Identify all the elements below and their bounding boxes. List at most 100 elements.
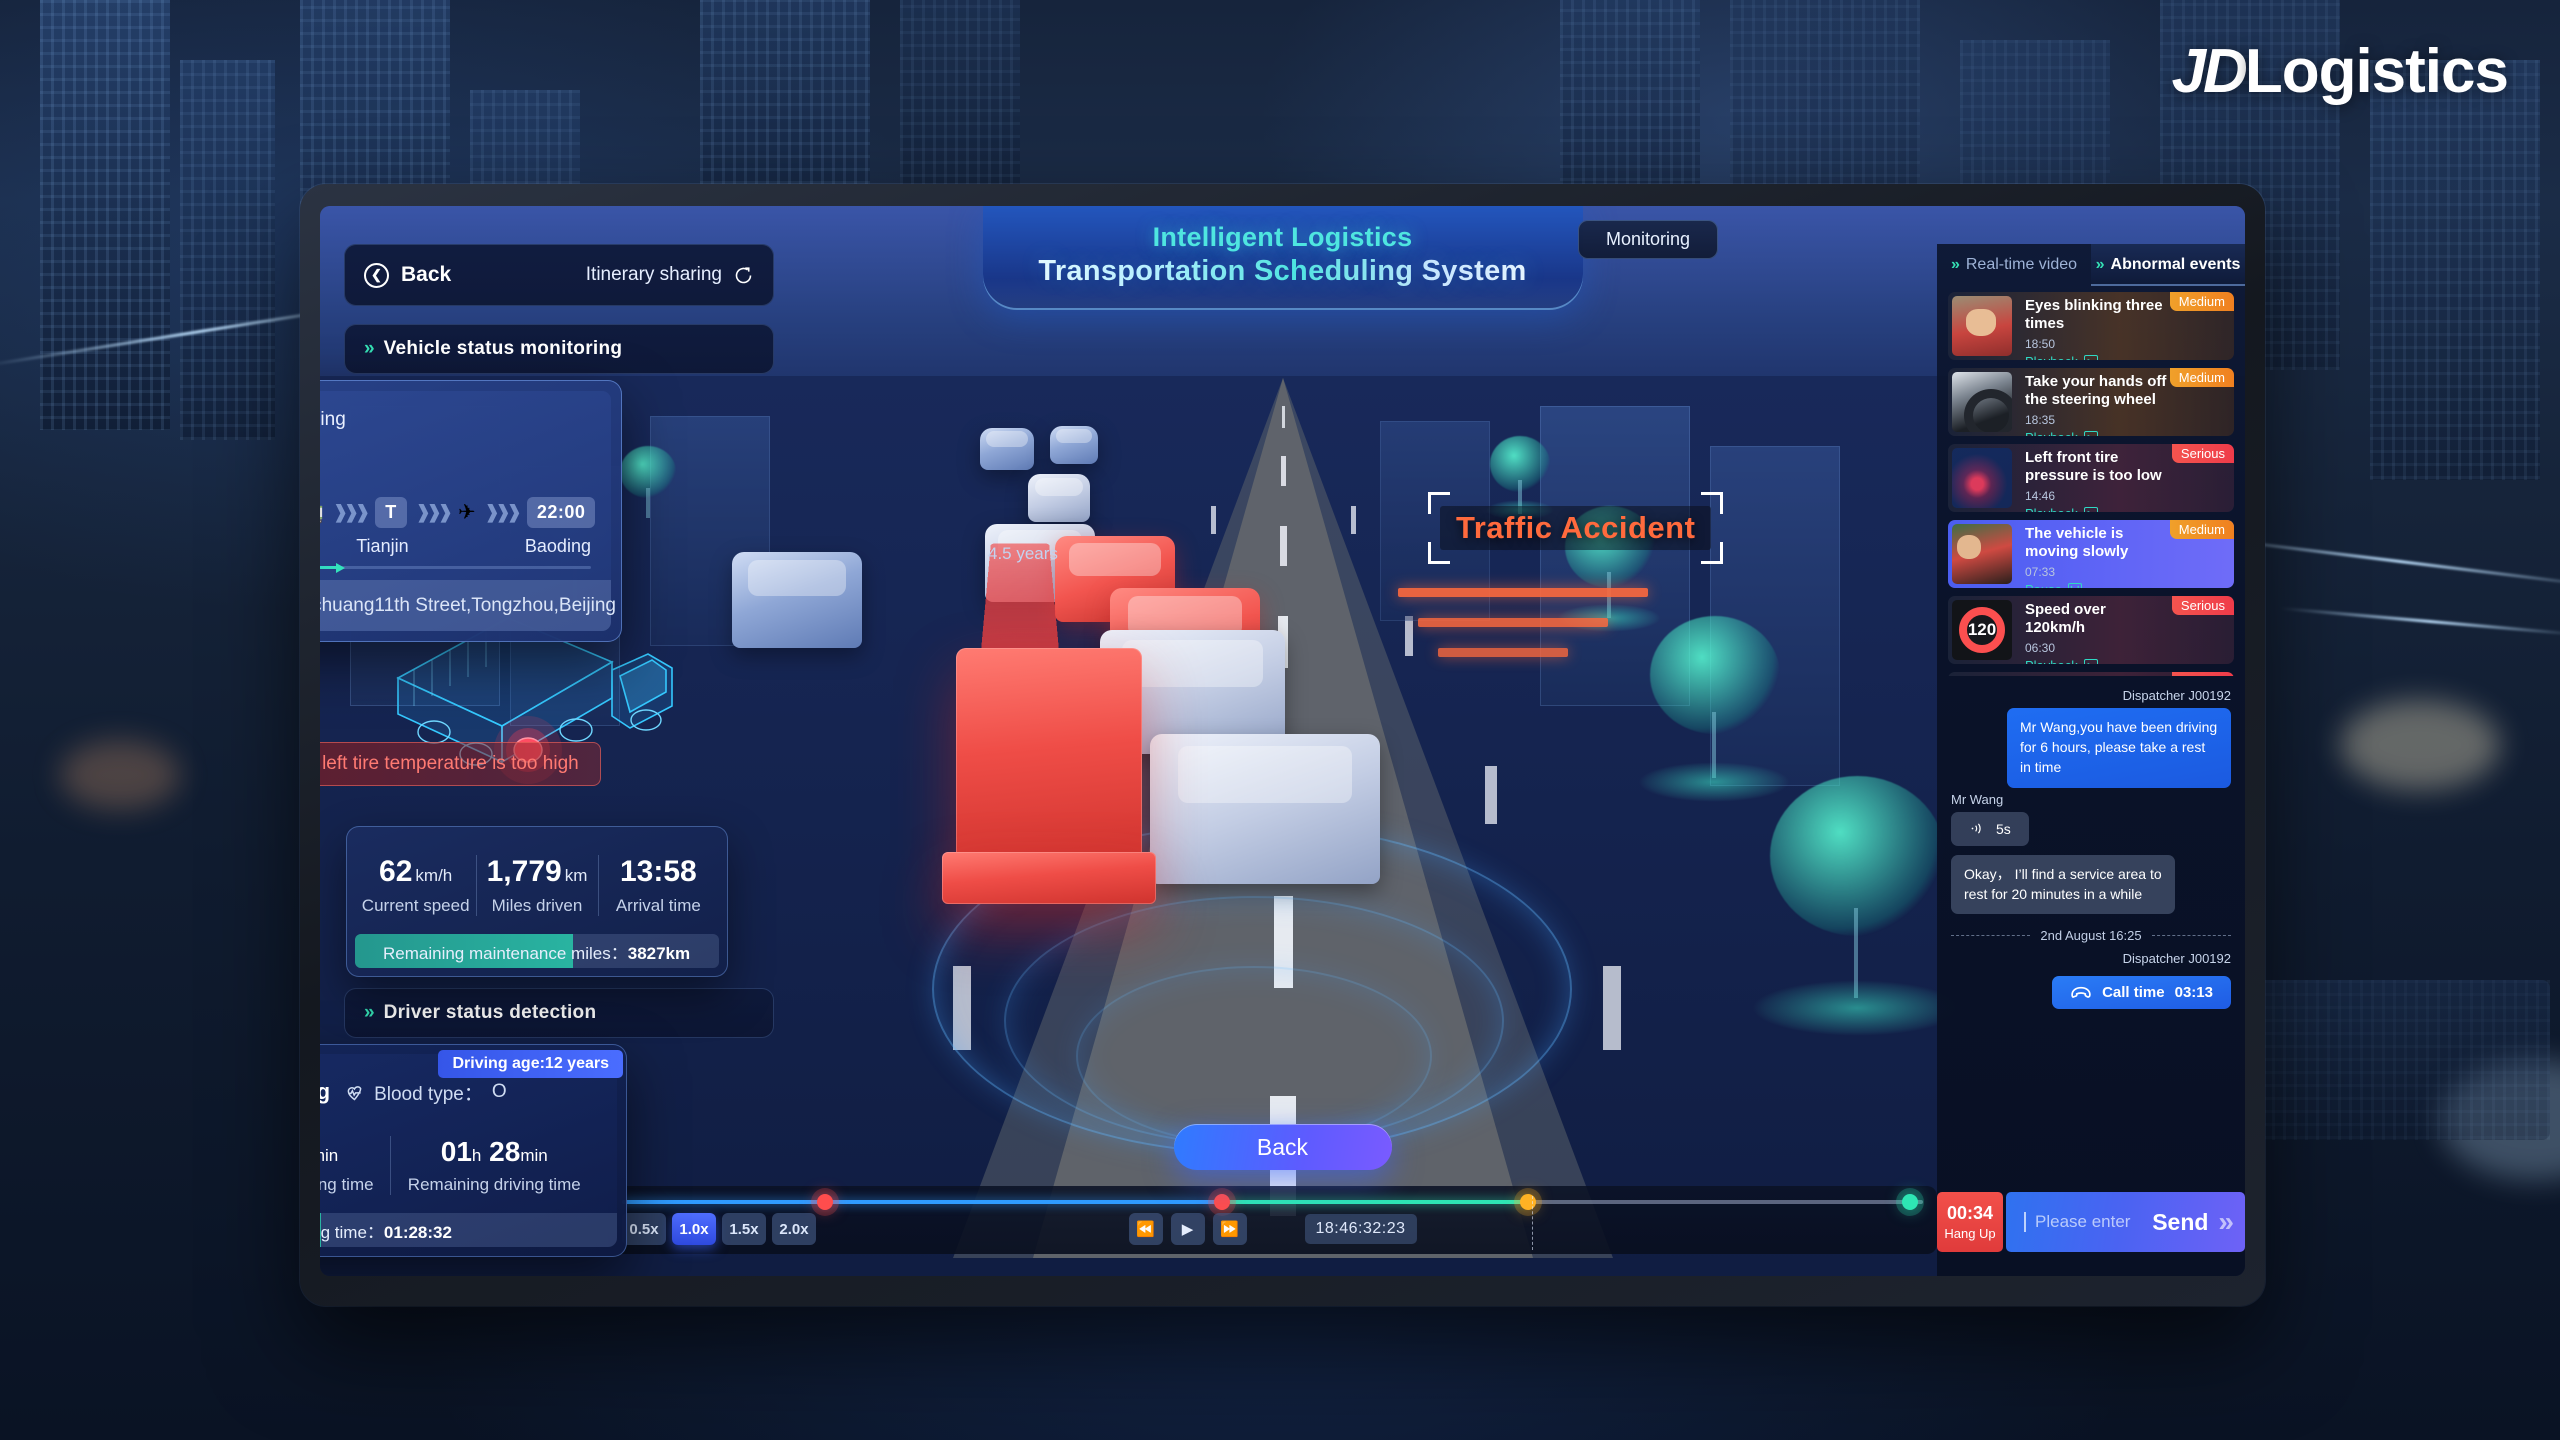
timeline-event-marker[interactable] bbox=[817, 1194, 834, 1210]
event-row[interactable]: The vehicle is moving slowly07:33Pause❙❙… bbox=[1948, 520, 2234, 588]
building bbox=[180, 60, 275, 440]
stop-name: Baoding bbox=[524, 536, 591, 556]
severity-badge: Medium bbox=[2169, 292, 2234, 311]
event-playback-button[interactable]: Playback ▶ bbox=[2025, 354, 2228, 360]
tree bbox=[1752, 776, 1962, 1036]
trip-legs: 06:05 ❱❱❱ 🚛 ❱❱❱ T ❱❱❱ ✈ ❱❱❱ 22:00 bbox=[320, 497, 596, 528]
voice-message[interactable]: 5s bbox=[1951, 811, 2029, 846]
fast-forward-button[interactable]: ⏩ bbox=[1212, 1213, 1247, 1245]
app-screen: Traffic Accident Intelligent Logistics T… bbox=[320, 206, 2245, 1276]
light-streak bbox=[2280, 606, 2560, 637]
chevron-double-right-icon: » bbox=[364, 338, 374, 359]
vehicle bbox=[732, 552, 862, 648]
driving-age-badge: Driving age:12 years bbox=[438, 1050, 623, 1078]
vehicle bbox=[1028, 474, 1090, 522]
speed-option-1.5x[interactable]: 1.5x bbox=[722, 1213, 766, 1245]
minutes-unit: min bbox=[320, 1146, 339, 1165]
speed-option-2.0x[interactable]: 2.0x bbox=[772, 1213, 816, 1245]
severity-badge: Serious bbox=[2171, 596, 2234, 615]
lane-dash bbox=[1350, 506, 1356, 534]
tab-abnormal-events[interactable]: » Abnormal events bbox=[2091, 244, 2245, 286]
transfer-stop-code: T bbox=[375, 497, 407, 528]
app-title-line2: Transportation Scheduling System bbox=[983, 255, 1583, 288]
message-input[interactable]: Please enter bbox=[2024, 1212, 2152, 1232]
hang-up-button[interactable]: 00:34 Hang Up bbox=[1937, 1192, 2003, 1252]
back-button[interactable]: ❮ Back bbox=[364, 262, 451, 288]
severity-badge: Medium bbox=[2169, 368, 2234, 387]
timeline-event-marker[interactable] bbox=[1213, 1194, 1230, 1210]
event-row[interactable]: Left front tire pressure is too low 14:46… bbox=[1948, 444, 2234, 512]
send-button[interactable]: Send bbox=[2152, 1209, 2208, 1236]
event-action-label: Pause bbox=[2025, 582, 2062, 588]
driver-name: Mr Wang bbox=[320, 1079, 331, 1104]
event-playback-button[interactable]: Playback ▶ bbox=[2025, 506, 2228, 512]
event-action-label: Playback bbox=[2025, 506, 2078, 512]
event-row[interactable]: Take your hands off the steering wheel 18… bbox=[1948, 368, 2234, 436]
message-entry[interactable]: Please enter Send » bbox=[2006, 1192, 2245, 1252]
itinerary-sharing-button[interactable]: Itinerary sharing bbox=[586, 264, 754, 286]
vehicle-plate-number: 京C10T88 bbox=[320, 440, 591, 480]
event-row[interactable]: Eyes blinking three times18:50Playback▶M… bbox=[1948, 292, 2234, 360]
driving-times: 02h 32min Continuous driving time 01h 28… bbox=[320, 1136, 599, 1195]
event-time: 14:46 bbox=[2025, 488, 2056, 503]
itinerary-sharing-label: Itinerary sharing bbox=[585, 264, 722, 285]
call-time-pill[interactable]: Call time 03:13 bbox=[2052, 976, 2231, 1010]
chevron-double-right-icon: » bbox=[1950, 256, 1960, 273]
abnormal-events-list[interactable]: Eyes blinking three times18:50Playback▶M… bbox=[1937, 286, 2245, 676]
time-label: Continuous driving time bbox=[320, 1175, 374, 1194]
speed-option-0.5x[interactable]: 0.5x bbox=[622, 1213, 666, 1245]
dispatcher-name-2: Dispatcher J00192 bbox=[2122, 951, 2231, 967]
event-playback-button[interactable]: Playback ▶ bbox=[2025, 658, 2228, 664]
blood-type-value: O bbox=[491, 1081, 507, 1102]
tab-monitoring[interactable]: Monitoring bbox=[1578, 220, 1719, 259]
trip-progress-bar bbox=[320, 563, 591, 573]
section-title: Vehicle status monitoring bbox=[383, 338, 623, 359]
lane-dash bbox=[1279, 526, 1287, 566]
section-vehicle-status-monitoring: » Vehicle status monitoring bbox=[344, 324, 774, 374]
event-playback-button[interactable]: Pause ❙❙ bbox=[2025, 582, 2228, 588]
hours-value: 01 bbox=[440, 1136, 472, 1167]
event-playback-button[interactable]: Playback ▶ bbox=[2025, 430, 2228, 436]
vehicle-metrics-card: 62 km/h Current speed 1,779 km Miles drive… bbox=[346, 826, 728, 977]
chat-date: 2nd August 16:25 bbox=[2040, 928, 2142, 944]
scene-back-button[interactable]: Back bbox=[1173, 1124, 1392, 1170]
hangup-label: Hang Up bbox=[1944, 1226, 1996, 1241]
blood-type-row: Blood type： O bbox=[344, 1079, 507, 1106]
event-row[interactable]: 120Speed over 120km/h06:30Playback▶Serio… bbox=[1948, 596, 2234, 664]
building bbox=[2370, 60, 2540, 480]
accident-warning-bar bbox=[1398, 588, 1648, 597]
tab-realtime-video[interactable]: » Real-time video bbox=[1937, 244, 2091, 286]
message-input-bar: 00:34 Hang Up Please enter Send » bbox=[1937, 1192, 2245, 1252]
metric-value: 62 bbox=[379, 855, 413, 888]
route-destination: Baoding bbox=[320, 409, 346, 430]
driver-name-label: Mr Wang bbox=[1951, 791, 2004, 807]
app-title-banner: Intelligent Logistics Transportation Sch… bbox=[982, 206, 1583, 310]
chevron-left-circle-icon: ❮ bbox=[364, 262, 389, 288]
current-location-row: Location： Kechuang11th Street,Tongzhou,B… bbox=[320, 580, 616, 631]
timeline-playhead bbox=[1531, 1196, 1533, 1250]
accident-label: Traffic Accident bbox=[1440, 506, 1712, 550]
remaining-label: Remaining driving time： bbox=[320, 1222, 384, 1242]
blood-type-label: Blood type： bbox=[374, 1083, 483, 1105]
dispatcher-message: Mr Wang,you have been driving for 6 hour… bbox=[2007, 708, 2231, 788]
play-icon: ▶ bbox=[2083, 658, 2098, 664]
timeline-track[interactable] bbox=[622, 1194, 1923, 1210]
tab-label: Real-time video bbox=[1965, 256, 2078, 273]
tree bbox=[620, 446, 676, 522]
speed-option-1.0x[interactable]: 1.0x bbox=[672, 1213, 716, 1245]
metric-miles-driven: 1,779 km Miles driven bbox=[476, 855, 597, 916]
event-time: 18:35 bbox=[2025, 412, 2056, 427]
chevron-right-icon: ❱❱❱ bbox=[332, 502, 370, 522]
event-action-label: Playback bbox=[2025, 658, 2078, 664]
play-icon: ▶ bbox=[2083, 506, 2098, 512]
timeline-event-marker[interactable] bbox=[1519, 1194, 1536, 1210]
bracket-corner bbox=[1701, 542, 1724, 564]
play-button[interactable]: ▶ bbox=[1170, 1213, 1205, 1245]
timeline-event-marker[interactable] bbox=[1902, 1194, 1919, 1210]
driver-in-cab-thumbnail bbox=[1952, 524, 2012, 584]
metric-unit: km/h bbox=[415, 866, 453, 885]
event-action-label: Playback bbox=[2025, 354, 2078, 360]
building bbox=[40, 0, 170, 430]
rewind-button[interactable]: ⏪ bbox=[1128, 1213, 1163, 1245]
section-driver-status-detection: » Driver status detection bbox=[344, 988, 774, 1038]
